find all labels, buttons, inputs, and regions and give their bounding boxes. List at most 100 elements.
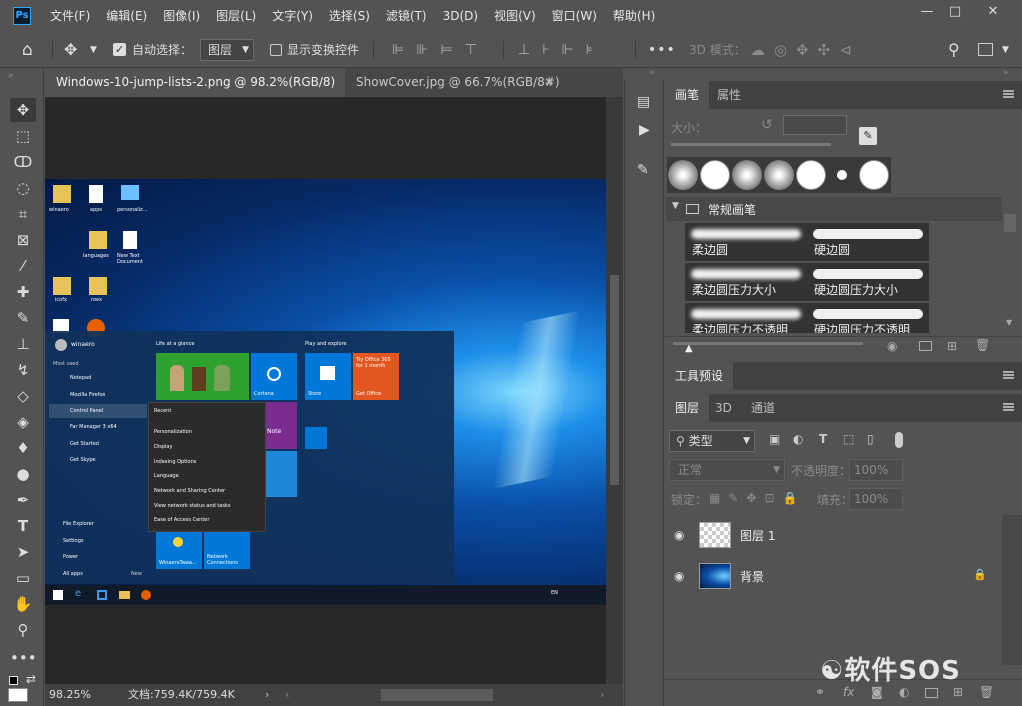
crop-tool-icon[interactable]: ⌗ [10,202,36,226]
align-icons[interactable]: ⊫⊪⊨⊤ [392,32,489,68]
visibility-eye-icon[interactable]: ◉ [674,569,689,583]
history-brush-tool-icon[interactable]: ↯ [10,358,36,382]
hard-brush-tip-2[interactable] [796,160,826,190]
tab-document-1[interactable]: Windows-10-jump-lists-2.png @ 98.2%(RGB/… [45,68,345,118]
pixel-filter-icon[interactable]: ▣ [769,432,780,446]
pen-tool-icon[interactable]: ✒ [10,488,36,512]
menu-help[interactable]: 帮助(H) [605,0,663,32]
new-folder-icon[interactable] [919,341,932,351]
fx-icon[interactable]: fx [843,685,854,699]
new-brush-icon[interactable]: ✎ [859,127,877,145]
lock-options-icons[interactable]: ▦✎✥⊡🔒 [709,491,805,505]
path-select-tool-icon[interactable]: ➤ [10,540,36,564]
reset-icon[interactable]: ↺ [761,117,773,133]
layer-row[interactable]: ◉ 背景 🔒 [665,556,1001,596]
smart-object-filter-icon[interactable]: ▯ [867,432,874,446]
rectangle-tool-icon[interactable]: ▭ [10,566,36,590]
soft-brush-tip-2[interactable] [732,160,762,190]
scroll-right-icon[interactable]: › [600,684,604,706]
adjustment-filter-icon[interactable]: ◐ [793,432,803,446]
brush-preset[interactable]: 硬边圆 [807,223,929,261]
brush-size-input[interactable] [783,115,847,135]
brush-preset[interactable]: 柔边圆压力不透明 [685,303,807,333]
collapse-icon[interactable]: » [1003,68,1009,78]
menu-file[interactable]: 文件(F) [42,0,98,32]
menu-window[interactable]: 窗口(W) [544,0,605,32]
menu-3d[interactable]: 3D(D) [435,0,486,32]
layer-name[interactable]: 图层 1 [740,527,775,544]
distribute-icons[interactable]: ⊥⊦⊩⊧ [518,32,605,68]
collapse-icon[interactable]: « [649,68,655,78]
brush-preset[interactable]: 硬边圆压力大小 [807,263,929,301]
brush-settings-icon[interactable]: ✎ [637,162,649,178]
layer-name[interactable]: 背景 [740,568,764,585]
type-tool-icon[interactable]: T [10,514,36,538]
mask-icon[interactable]: ◙ [871,685,883,699]
workspace-icon[interactable] [978,43,993,56]
swap-colors-icon[interactable]: ⇄ [26,672,36,686]
brush-preset[interactable]: 柔边圆压力大小 [685,263,807,301]
menu-edit[interactable]: 编辑(E) [98,0,155,32]
tab-tool-presets[interactable]: 工具预设 [665,362,734,390]
move-tool-icon[interactable]: ✥ [10,98,36,122]
menu-filter[interactable]: 滤镜(T) [378,0,435,32]
eraser-tool-icon[interactable]: ◇ [10,384,36,408]
brush-tool-icon[interactable]: ✎ [10,306,36,330]
paint-bucket-tool-icon[interactable]: ◈ [10,410,36,434]
quick-select-tool-icon[interactable]: ◌ [10,176,36,200]
panel-menu-icon[interactable] [1003,90,1014,98]
default-colors-icon[interactable] [9,676,18,685]
type-filter-icon[interactable]: T [819,432,827,446]
small-brush-tip[interactable] [837,170,847,180]
zoom-tool-icon[interactable]: ⚲ [10,618,36,642]
panel-menu-icon[interactable] [1003,403,1014,411]
group-folder-icon[interactable] [925,688,938,698]
menu-layer[interactable]: 图层(L) [208,0,264,32]
blur-tool-icon[interactable]: ♦ [10,436,36,460]
edit-toolbar-icon[interactable]: ••• [10,646,37,670]
close-tab-icon[interactable]: ✕ [544,68,554,97]
frame-tool-icon[interactable]: ⊠ [10,228,36,252]
menu-view[interactable]: 视图(V) [486,0,544,32]
shape-filter-icon[interactable]: ⬚ [843,432,854,446]
scroll-left-icon[interactable]: ‹ [285,684,289,706]
brush-size-slider[interactable] [671,143,831,146]
layers-scrollbar[interactable] [1002,515,1022,665]
canvas-area[interactable]: winaero apps personaliz... languages New… [45,97,606,684]
history-icon[interactable]: ▤ [637,94,650,110]
tab-3d[interactable]: 3D [705,394,742,422]
chevron-down-icon[interactable]: ▼ [1002,32,1009,68]
new-layer-icon[interactable]: ⊞ [953,685,963,699]
filter-toggle-icon[interactable] [895,432,903,448]
hard-brush-tip-1[interactable] [700,160,730,190]
foreground-color-swatch[interactable] [8,688,28,702]
minimize-button[interactable]: — [914,2,940,22]
layer-row[interactable]: ◉ 图层 1 [665,515,1001,555]
close-button[interactable]: ✕ [980,2,1006,22]
menu-image[interactable]: 图像(I) [155,0,208,32]
new-brush-icon[interactable]: ⊞ [947,339,957,353]
zoom-level[interactable]: 98.25% [49,684,91,706]
stamp-tool-icon[interactable]: ⊥ [10,332,36,356]
move-tool-icon[interactable]: ✥ [64,32,77,68]
opacity-input[interactable]: 100% [849,459,903,481]
chevron-right-icon[interactable]: › [265,684,269,706]
scrollbar-thumb[interactable] [610,275,619,485]
auto-select-checkbox[interactable]: ✓ [113,43,126,56]
soft-brush-tip-1[interactable] [668,160,698,190]
dodge-tool-icon[interactable]: ● [10,462,36,486]
vertical-scrollbar[interactable] [606,97,623,684]
more-options-icon[interactable]: ••• [648,32,676,68]
hand-tool-icon[interactable]: ✋ [10,592,36,616]
link-layers-icon[interactable]: ⚭ [815,685,825,699]
menu-select[interactable]: 选择(S) [321,0,378,32]
auto-select-target-dropdown[interactable]: 图层 ▼ [200,39,254,61]
maximize-button[interactable]: □ [942,2,968,22]
filter-kind-dropdown[interactable]: ⚲ 类型 ▼ [669,430,755,452]
tab-document-2[interactable]: ShowCover.jpg @ 66.7%(RGB/8#) ✕ [345,68,560,97]
panel-menu-icon[interactable] [1003,371,1014,379]
brush-list-scrollbar[interactable] [1004,214,1016,232]
healing-brush-tool-icon[interactable]: ✚ [10,280,36,304]
tab-layers[interactable]: 图层 [665,394,710,422]
search-icon[interactable]: ⚲ [948,32,960,68]
